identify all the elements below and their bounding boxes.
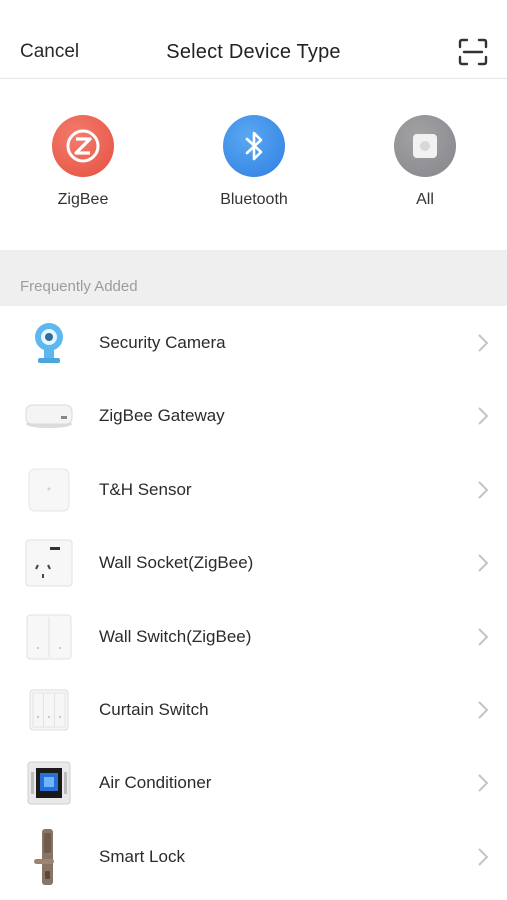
list-item[interactable]: Smart Lock — [0, 819, 507, 894]
chevron-right-icon — [478, 627, 489, 646]
chevron-right-icon — [478, 334, 489, 352]
wall-switch-icon — [24, 612, 74, 662]
list-item[interactable]: Wall Socket(ZigBee) — [0, 526, 507, 600]
chevron-right-icon — [478, 554, 489, 572]
device-name: Wall Switch(ZigBee) — [99, 626, 252, 646]
type-label: ZigBee — [57, 191, 109, 208]
device-name: Security Camera — [99, 333, 226, 352]
air-conditioner-icon — [24, 758, 74, 808]
zigbee-icon — [52, 115, 114, 177]
zigbee-gateway-icon — [24, 391, 74, 441]
device-name: Air Conditioner — [99, 773, 212, 793]
type-all-button[interactable]: All — [365, 115, 485, 209]
all-devices-icon — [394, 115, 456, 177]
wall-socket-icon — [24, 538, 74, 588]
list-item[interactable]: Security Camera — [0, 306, 507, 380]
section-title: Frequently Added — [20, 278, 138, 295]
curtain-switch-icon — [24, 685, 74, 735]
bluetooth-icon — [223, 115, 285, 177]
type-bluetooth-button[interactable]: Bluetooth — [194, 115, 314, 209]
device-list: Security Camera ZigBee Gateway T&H Senso… — [0, 306, 507, 894]
scan-icon[interactable] — [458, 38, 488, 66]
list-item[interactable]: Curtain Switch — [0, 672, 507, 747]
chevron-right-icon — [478, 701, 489, 719]
nav-header: Cancel Select Device Type — [0, 0, 507, 79]
page-title: Select Device Type — [166, 41, 341, 63]
type-label: Bluetooth — [220, 191, 288, 208]
th-sensor-icon — [24, 465, 74, 515]
chevron-right-icon — [478, 774, 489, 793]
list-item[interactable]: T&H Sensor — [0, 452, 507, 527]
device-name: ZigBee Gateway — [99, 406, 225, 426]
list-item[interactable]: Air Conditioner — [0, 746, 507, 820]
device-type-selector: ZigBee Bluetooth All — [0, 80, 507, 250]
smart-lock-icon — [24, 828, 74, 885]
list-item[interactable]: Wall Switch(ZigBee) — [0, 599, 507, 673]
chevron-right-icon — [478, 481, 489, 499]
chevron-right-icon — [478, 848, 489, 866]
device-name: Wall Socket(ZigBee) — [99, 553, 254, 573]
device-name: Smart Lock — [99, 846, 185, 866]
device-name: T&H Sensor — [99, 479, 192, 499]
security-camera-icon — [24, 318, 74, 368]
type-label: All — [416, 191, 434, 208]
type-zigbee-button[interactable]: ZigBee — [23, 115, 143, 209]
device-name: Curtain Switch — [99, 699, 209, 719]
section-header: Frequently Added — [0, 250, 507, 306]
list-item[interactable]: ZigBee Gateway — [0, 379, 507, 453]
chevron-right-icon — [478, 407, 489, 426]
